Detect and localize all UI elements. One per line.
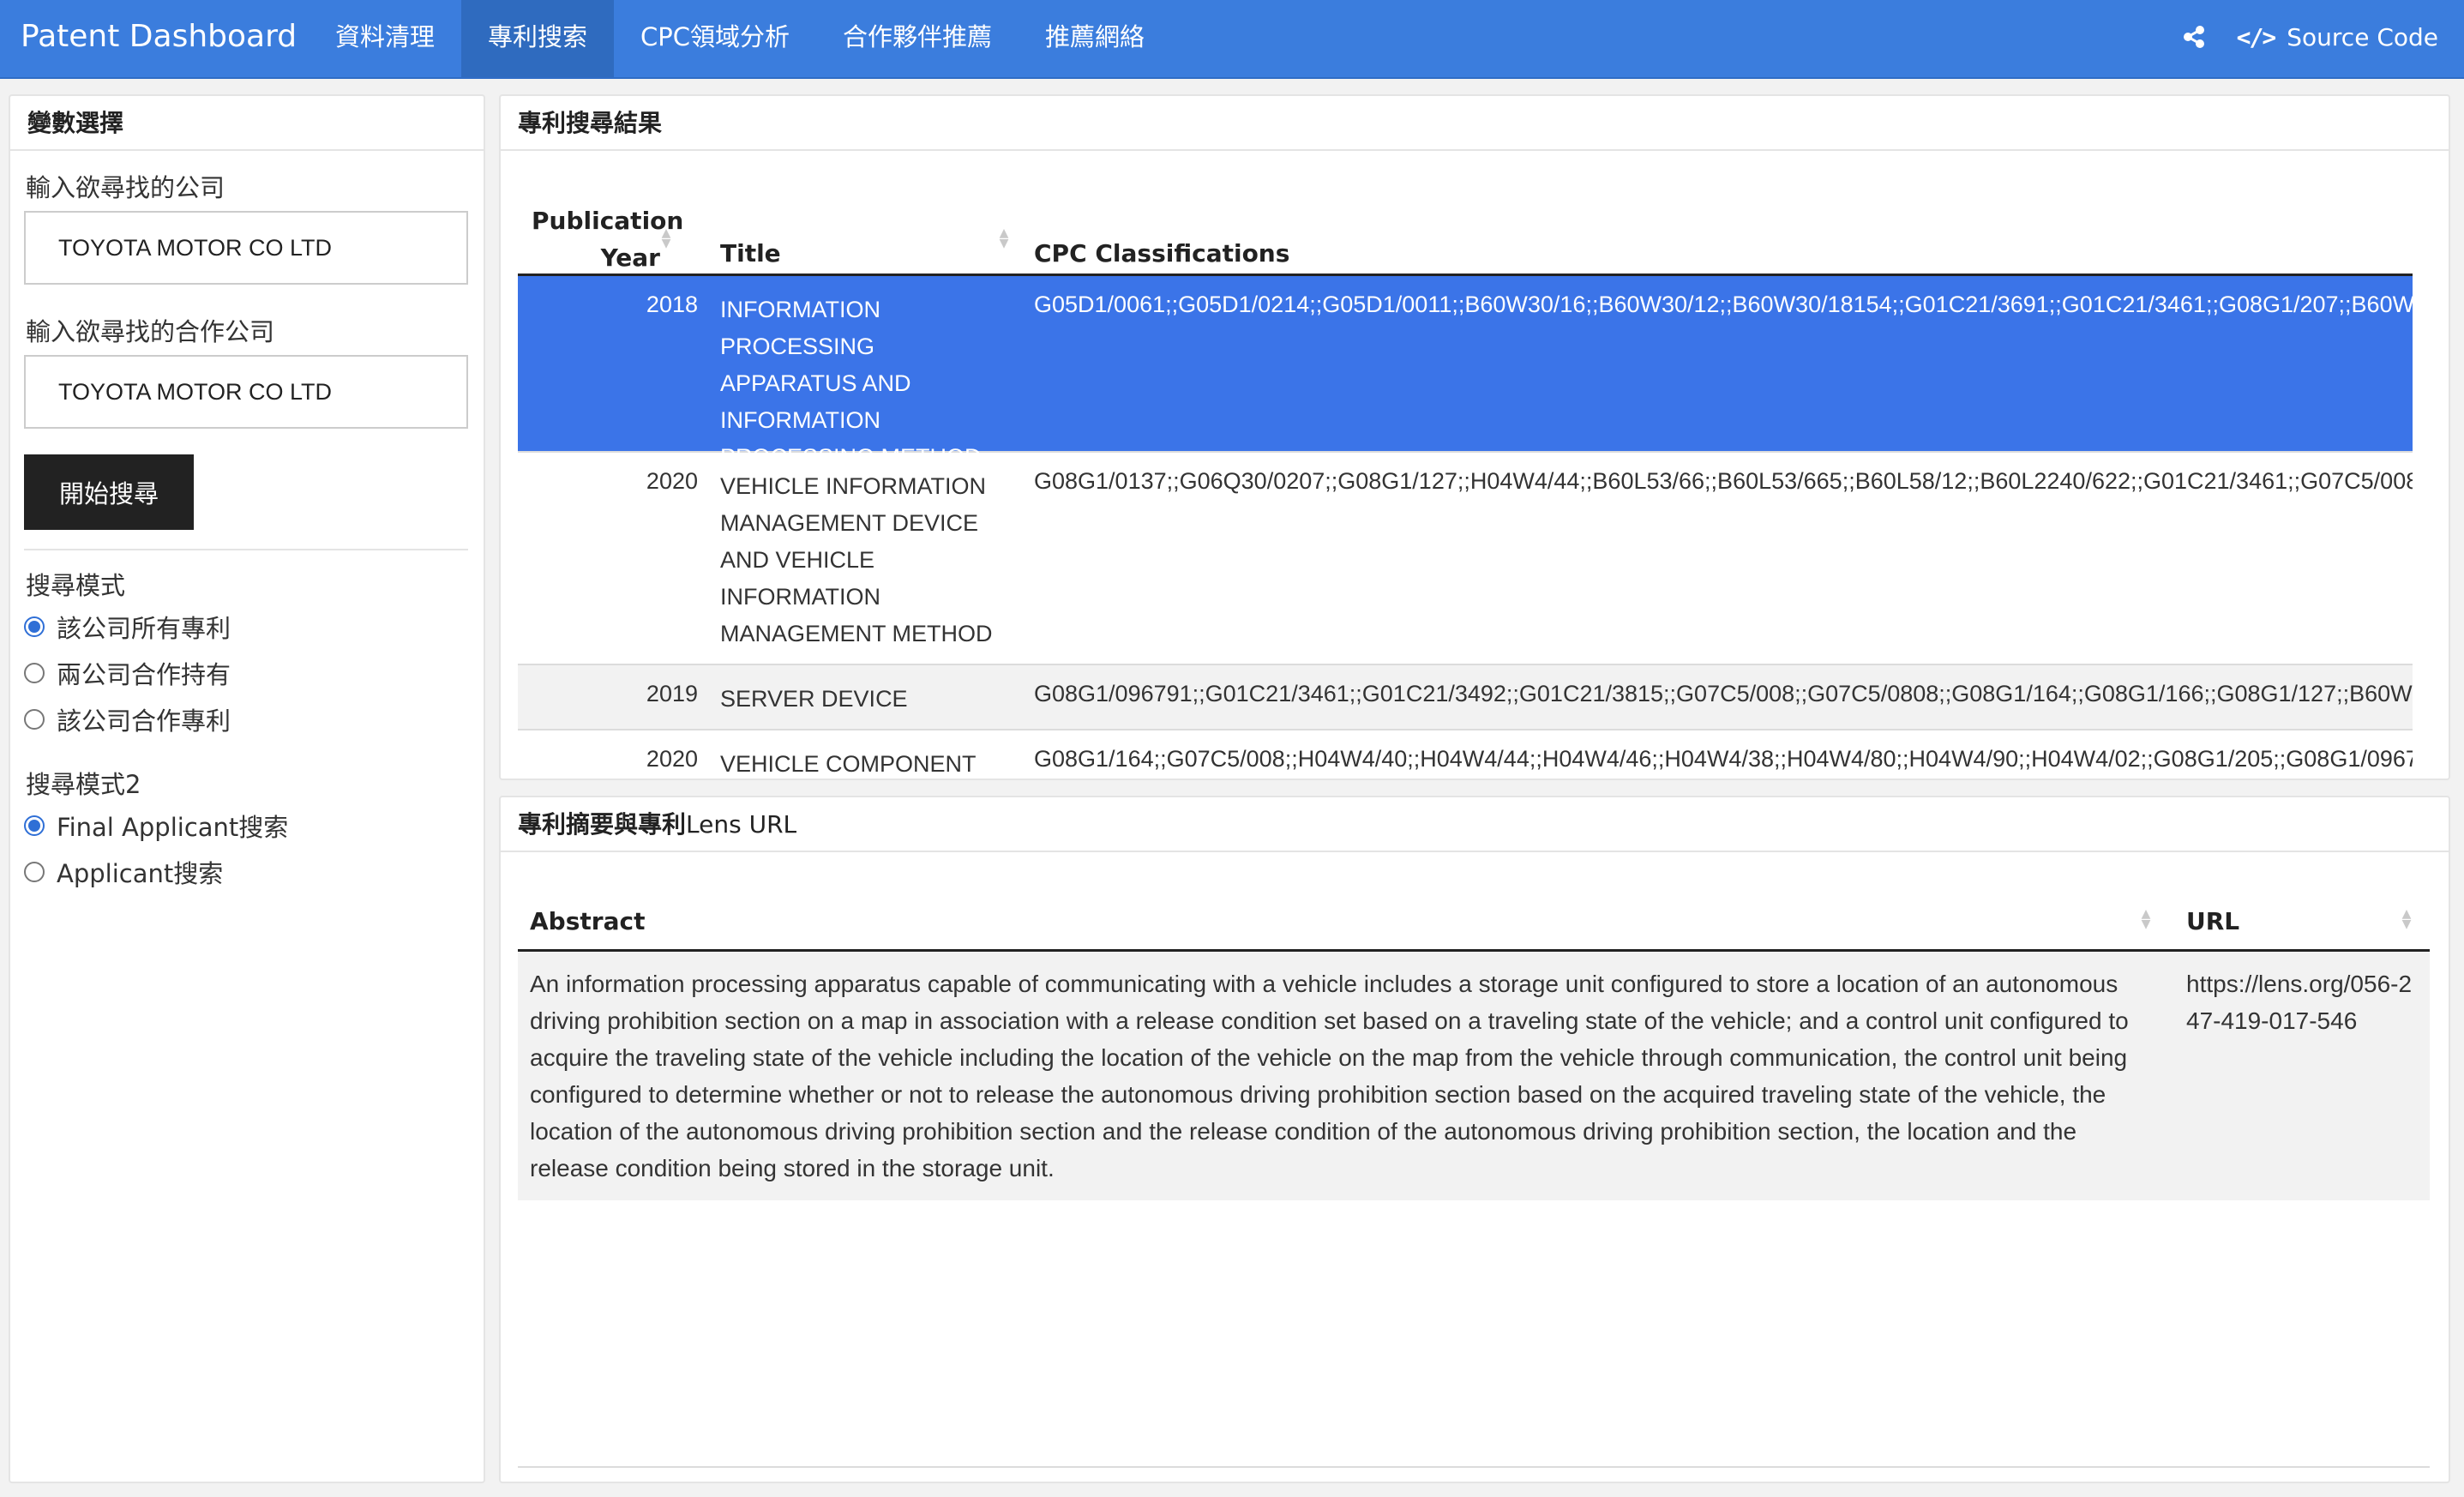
abstract-title-light: Lens URL	[686, 810, 797, 839]
sidebar-divider	[24, 549, 468, 550]
radio-all-patents[interactable]: 該公司所有專利	[24, 609, 231, 645]
nav-right: </> Source Code	[2168, 0, 2464, 74]
company-input[interactable]	[24, 211, 468, 285]
abstract-title-bold: 專利摘要與專利	[518, 810, 687, 839]
app-title[interactable]: Patent Dashboard	[0, 0, 309, 77]
radio-final-applicant-label: Final Applicant搜索	[57, 813, 289, 842]
cell-cpc: G08G1/096791;;G01C21/3461;;G01C21/3492;;…	[1034, 681, 2413, 706]
cell-cpc: G08G1/164;;G07C5/008;;H04W4/40;;H04W4/44…	[1034, 746, 2413, 772]
cell-url[interactable]: https://lens.org/056-247-419-017-546	[2186, 965, 2418, 1039]
radio-cooperative-patents-control[interactable]	[24, 709, 45, 730]
nav-tabs: 資料清理 專利搜索 CPC領域分析 合作夥伴推薦 推薦網絡	[309, 0, 1171, 77]
results-title: 專利搜尋結果	[501, 96, 2449, 151]
radio-all-patents-label: 該公司所有專利	[57, 614, 231, 643]
radio-cooperative-patents-label: 該公司合作專利	[57, 706, 231, 736]
patent-search-results-panel: 專利搜尋結果 Publication Year ▲ ▼ Title ▲ ▼ CPC …	[499, 94, 2450, 780]
partner-input[interactable]	[24, 355, 468, 429]
col-year-line1: Publication	[532, 207, 684, 235]
radio-jointly-held-label: 兩公司合作持有	[57, 660, 231, 689]
tab-data-cleaning[interactable]: 資料清理	[309, 0, 461, 77]
table-row[interactable]: 2020 VEHICLE COMPONENT G08G1/164;;G07C5/…	[518, 730, 2413, 773]
results-table-body: 2018 INFORMATION PROCESSING APPARATUS AN…	[518, 276, 2413, 773]
cell-abstract: An information processing apparatus capa…	[530, 971, 2129, 1181]
radio-all-patents-control[interactable]	[24, 616, 45, 637]
cell-year: 2019	[646, 681, 698, 706]
cell-title: VEHICLE COMPONENT	[720, 751, 977, 773]
abstract-url-panel: 專利摘要與專利Lens URL Abstract ▲ ▼ URL ▲ ▼ An in…	[499, 796, 2450, 1483]
company-label: 輸入欲尋找的公司	[26, 173, 225, 202]
sort-url-icon[interactable]: ▲ ▼	[2401, 908, 2413, 930]
cell-title: INFORMATION PROCESSING APPARATUS AND INF…	[720, 297, 982, 470]
start-search-button[interactable]: 開始搜尋	[24, 454, 194, 530]
abstract-table-header: Abstract ▲ ▼ URL ▲ ▼	[518, 890, 2430, 952]
table-row[interactable]: 2020 VEHICLE INFORMATION MANAGEMENT DEVI…	[518, 453, 2413, 665]
table-bottom-border	[518, 1466, 2430, 1468]
radio-final-applicant-control[interactable]	[24, 815, 45, 836]
code-icon: </>	[2236, 22, 2277, 51]
col-url[interactable]: URL	[2186, 907, 2239, 935]
cell-cpc: G05D1/0061;;G05D1/0214;;G05D1/0011;;B60W…	[1034, 292, 2413, 317]
source-code-link[interactable]: </> Source Code	[2237, 23, 2464, 51]
results-table-header: Publication Year ▲ ▼ Title ▲ ▼ CPC Classif…	[518, 190, 2413, 276]
cell-year: 2020	[646, 746, 698, 772]
sort-title-icon[interactable]: ▲ ▼	[998, 227, 1010, 250]
sort-year-icon[interactable]: ▲ ▼	[660, 227, 672, 250]
col-year-line2: Year	[600, 243, 660, 272]
col-publication-year[interactable]: Publication Year	[532, 202, 684, 276]
radio-jointly-held-control[interactable]	[24, 663, 45, 683]
radio-applicant-label: Applicant搜索	[57, 859, 224, 888]
col-abstract[interactable]: Abstract	[530, 907, 645, 935]
sort-abstract-icon[interactable]: ▲ ▼	[2140, 908, 2152, 930]
table-row[interactable]: An information processing apparatus capa…	[518, 952, 2430, 1200]
sidebar-title: 變數選擇	[10, 96, 484, 151]
cell-title: SERVER DEVICE	[720, 686, 908, 712]
cell-cpc: G08G1/0137;;G06Q30/0207;;G08G1/127;;H04W…	[1034, 468, 2413, 494]
tab-partner-recommendation[interactable]: 合作夥伴推薦	[816, 0, 1019, 77]
table-row[interactable]: 2019 SERVER DEVICE G08G1/096791;;G01C21/…	[518, 665, 2413, 730]
top-navbar: Patent Dashboard 資料清理 專利搜索 CPC領域分析 合作夥伴推…	[0, 0, 2464, 79]
col-title[interactable]: Title	[720, 239, 781, 268]
tab-recommendation-network[interactable]: 推薦網絡	[1019, 0, 1171, 77]
cell-year: 2018	[646, 292, 698, 317]
cell-title: VEHICLE INFORMATION MANAGEMENT DEVICE AN…	[720, 473, 993, 646]
search-mode-label: 搜尋模式	[26, 571, 126, 600]
radio-applicant[interactable]: Applicant搜索	[24, 854, 223, 890]
search-mode2-label: 搜尋模式2	[26, 770, 141, 799]
abstract-panel-title: 專利摘要與專利Lens URL	[501, 797, 2449, 852]
source-code-label: Source Code	[2287, 22, 2438, 51]
radio-cooperative-patents[interactable]: 該公司合作專利	[24, 701, 231, 737]
tab-cpc-analysis[interactable]: CPC領域分析	[614, 0, 816, 77]
radio-final-applicant[interactable]: Final Applicant搜索	[24, 808, 288, 844]
share-icon[interactable]	[2168, 0, 2220, 74]
radio-applicant-control[interactable]	[24, 862, 45, 882]
table-row[interactable]: 2018 INFORMATION PROCESSING APPARATUS AN…	[518, 276, 2413, 470]
partner-label: 輸入欲尋找的合作公司	[26, 317, 275, 346]
radio-jointly-held[interactable]: 兩公司合作持有	[24, 655, 231, 691]
tab-patent-search[interactable]: 專利搜索	[461, 0, 615, 77]
cell-year: 2020	[646, 468, 698, 494]
variable-selection-panel: 變數選擇 輸入欲尋找的公司 輸入欲尋找的合作公司 開始搜尋 搜尋模式 該公司所有…	[9, 94, 485, 1483]
col-cpc[interactable]: CPC Classifications	[1034, 239, 1289, 268]
